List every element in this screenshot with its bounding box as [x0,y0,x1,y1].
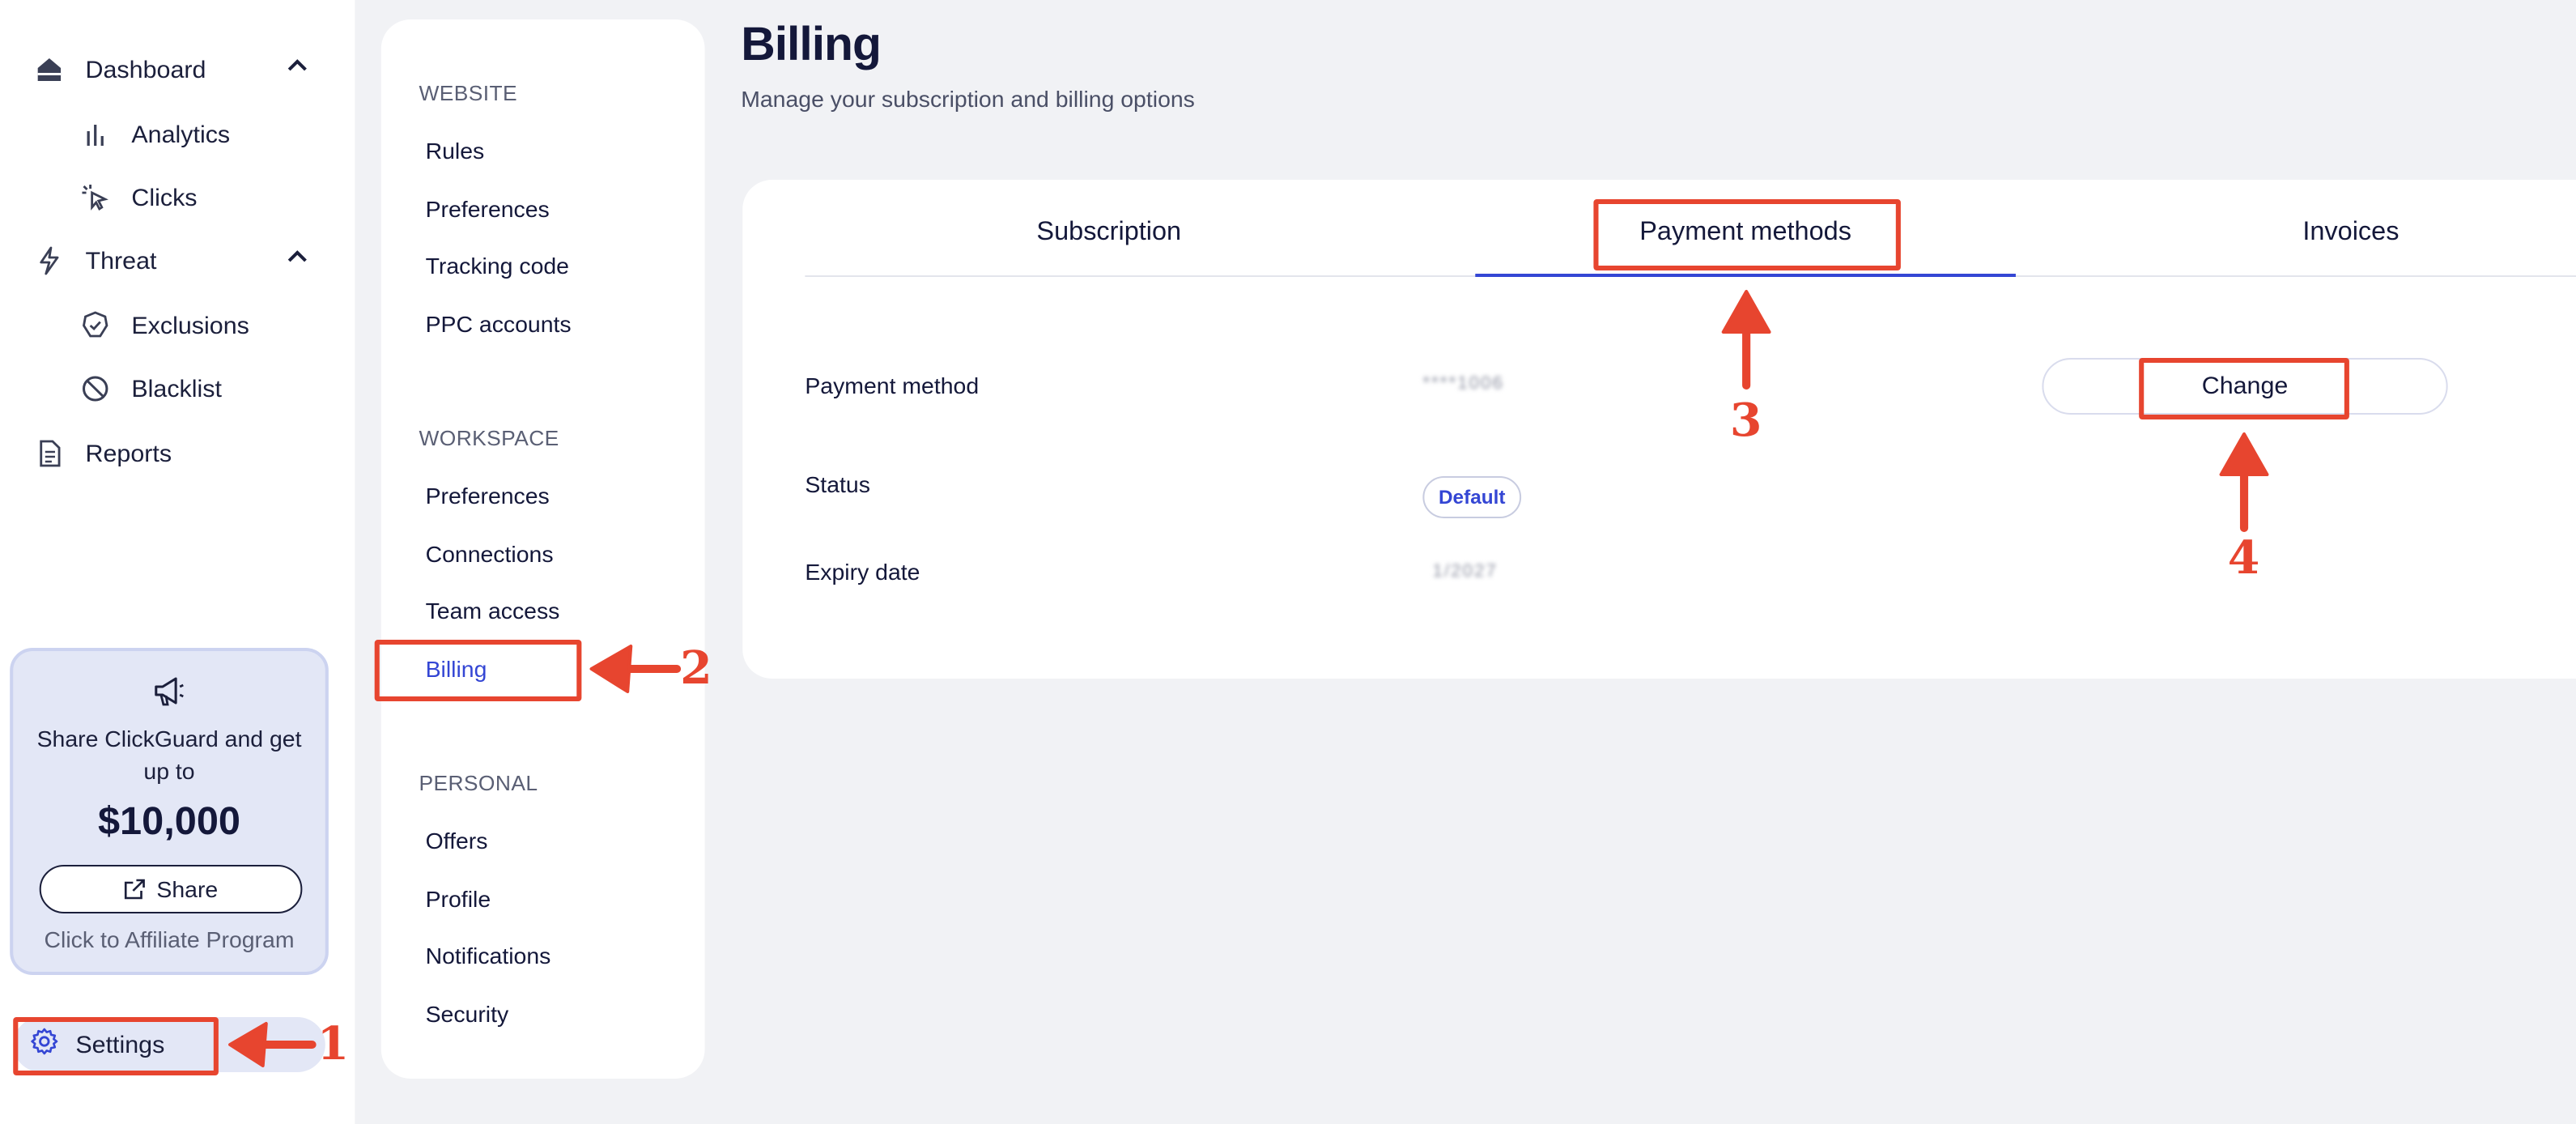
submenu-item-offers[interactable]: Offers [426,828,488,854]
section-title-personal: PERSONAL [419,771,538,795]
chevron-up-icon[interactable] [286,55,308,84]
status-badge: Default [1422,476,1522,518]
sidebar-item-label: Blacklist [131,375,222,402]
annotation-step-4: 4 [2227,531,2260,585]
sidebar-item-label: Analytics [131,121,231,148]
promo-amount: $10,000 [97,800,241,844]
annotation-step-3: 3 [1729,394,1762,447]
sidebar-item-threat[interactable]: Threat [33,245,307,277]
affiliate-link-text[interactable]: Click to Affiliate Program [13,926,325,952]
submenu-item-connections[interactable]: Connections [426,541,554,567]
external-link-icon [125,879,146,900]
sidebar-item-analytics[interactable]: Analytics [79,118,230,151]
sidebar-item-label: Reports [85,440,172,467]
sidebar-item-clicks[interactable]: Clicks [79,181,198,214]
section-title-workspace: WORKSPACE [419,426,559,450]
share-button[interactable]: Share [39,865,303,913]
submenu-item-workspace-preferences[interactable]: Preferences [426,483,550,509]
settings-submenu: WEBSITE Rules Preferences Tracking code … [380,19,705,1079]
ban-icon [79,373,112,405]
annotation-box-billing [374,640,582,701]
lightning-icon [33,245,66,277]
page-title: Billing [741,19,882,71]
document-icon [33,437,66,470]
section-title-website: WEBSITE [419,81,518,105]
annotation-box-payment-methods-tab [1593,199,1901,270]
tab-invoices[interactable]: Invoices [2057,219,2576,248]
megaphone-icon [151,674,188,717]
submenu-item-tracking-code[interactable]: Tracking code [426,253,569,279]
status-label: Status [805,471,870,497]
sidebar-item-label: Exclusions [131,312,249,339]
page-subtitle: Manage your subscription and billing opt… [741,86,1195,112]
submenu-item-ppc-accounts[interactable]: PPC accounts [426,311,572,337]
tab-subscription[interactable]: Subscription [805,219,1413,248]
annotation-box-settings [13,1017,219,1075]
active-tab-indicator [1475,274,2016,277]
submenu-item-rules[interactable]: Rules [426,138,485,164]
share-label: Share [156,876,219,902]
submenu-item-profile[interactable]: Profile [426,886,491,912]
annotation-step-2: 2 [680,641,712,695]
home-icon [33,53,66,86]
affiliate-promo-card[interactable]: Share ClickGuard and get up to $10,000 S… [10,648,329,975]
sidebar-item-blacklist[interactable]: Blacklist [79,373,222,405]
app-root: Dashboard Analytics Clicks Threat Exclus… [0,0,2576,1124]
promo-text: Share ClickGuard and get up to [36,726,302,784]
sidebar-item-dashboard[interactable]: Dashboard [33,53,307,86]
sidebar-item-label: Threat [85,247,157,275]
sidebar-item-label: Dashboard [85,56,206,83]
sidebar-item-reports[interactable]: Reports [33,437,172,470]
annotation-box-change-button [2139,358,2349,419]
cursor-click-icon [79,181,112,214]
submenu-item-website-preferences[interactable]: Preferences [426,196,550,222]
submenu-item-team-access[interactable]: Team access [426,598,560,624]
expiry-date-label: Expiry date [805,559,920,585]
annotation-step-1: 1 [317,1017,350,1071]
expiry-date-value: 1/2027 [1432,562,1498,581]
main-sidebar: Dashboard Analytics Clicks Threat Exclus… [0,0,355,1124]
submenu-item-notifications[interactable]: Notifications [426,943,551,969]
sidebar-item-exclusions[interactable]: Exclusions [79,309,249,342]
submenu-item-security[interactable]: Security [426,1001,509,1027]
bar-chart-icon [79,118,112,151]
payment-method-label: Payment method [805,373,980,398]
payment-method-value: ****1006 [1422,374,1505,394]
sidebar-item-label: Clicks [131,184,198,211]
shield-check-icon [79,309,112,342]
chevron-up-icon[interactable] [286,246,308,275]
